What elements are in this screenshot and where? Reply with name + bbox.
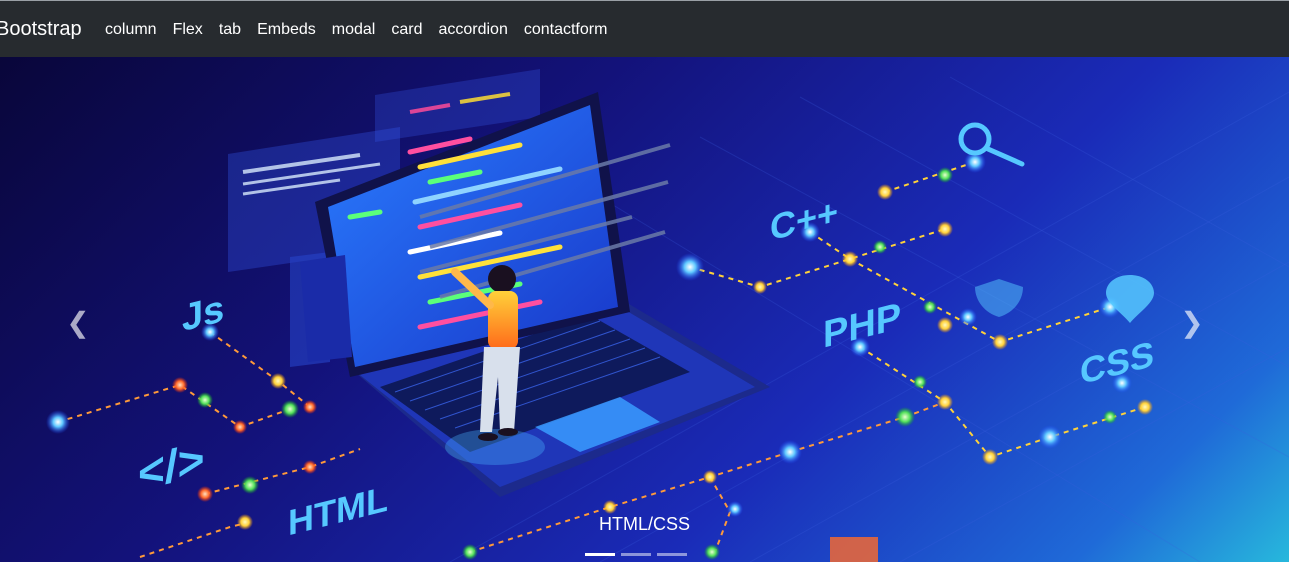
nav-link-column[interactable]: column [97, 18, 165, 42]
chevron-left-icon: ❮ [66, 306, 90, 338]
navbar-brand[interactable]: Bootstrap [0, 16, 82, 42]
carousel-prev-button[interactable]: ❮ [58, 302, 98, 342]
nav-link-modal[interactable]: modal [324, 18, 384, 42]
carousel-indicator-1[interactable] [585, 553, 615, 556]
carousel-indicator-3[interactable] [657, 553, 687, 556]
carousel: C++ Js PHP CSS </> HTML ❮ ❯ HTML/CSS [0, 57, 1289, 562]
nav-link-card[interactable]: card [383, 18, 430, 42]
chevron-right-icon: ❯ [1180, 306, 1204, 338]
nav-link-tab[interactable]: tab [211, 18, 249, 42]
nav-link-flex[interactable]: Flex [165, 18, 211, 42]
carousel-indicators [585, 553, 687, 556]
navbar: Bootstrap column Flex tab Embeds modal c… [0, 0, 1289, 57]
carousel-next-button[interactable]: ❯ [1172, 302, 1212, 342]
nav-link-accordion[interactable]: accordion [430, 18, 515, 42]
nav-link-contactform[interactable]: contactform [516, 18, 616, 42]
nav-link-embeds[interactable]: Embeds [249, 18, 324, 42]
carousel-caption: HTML/CSS [598, 514, 690, 534]
nav-links: column Flex tab Embeds modal card accord… [97, 18, 615, 42]
carousel-indicator-2[interactable] [621, 553, 651, 556]
